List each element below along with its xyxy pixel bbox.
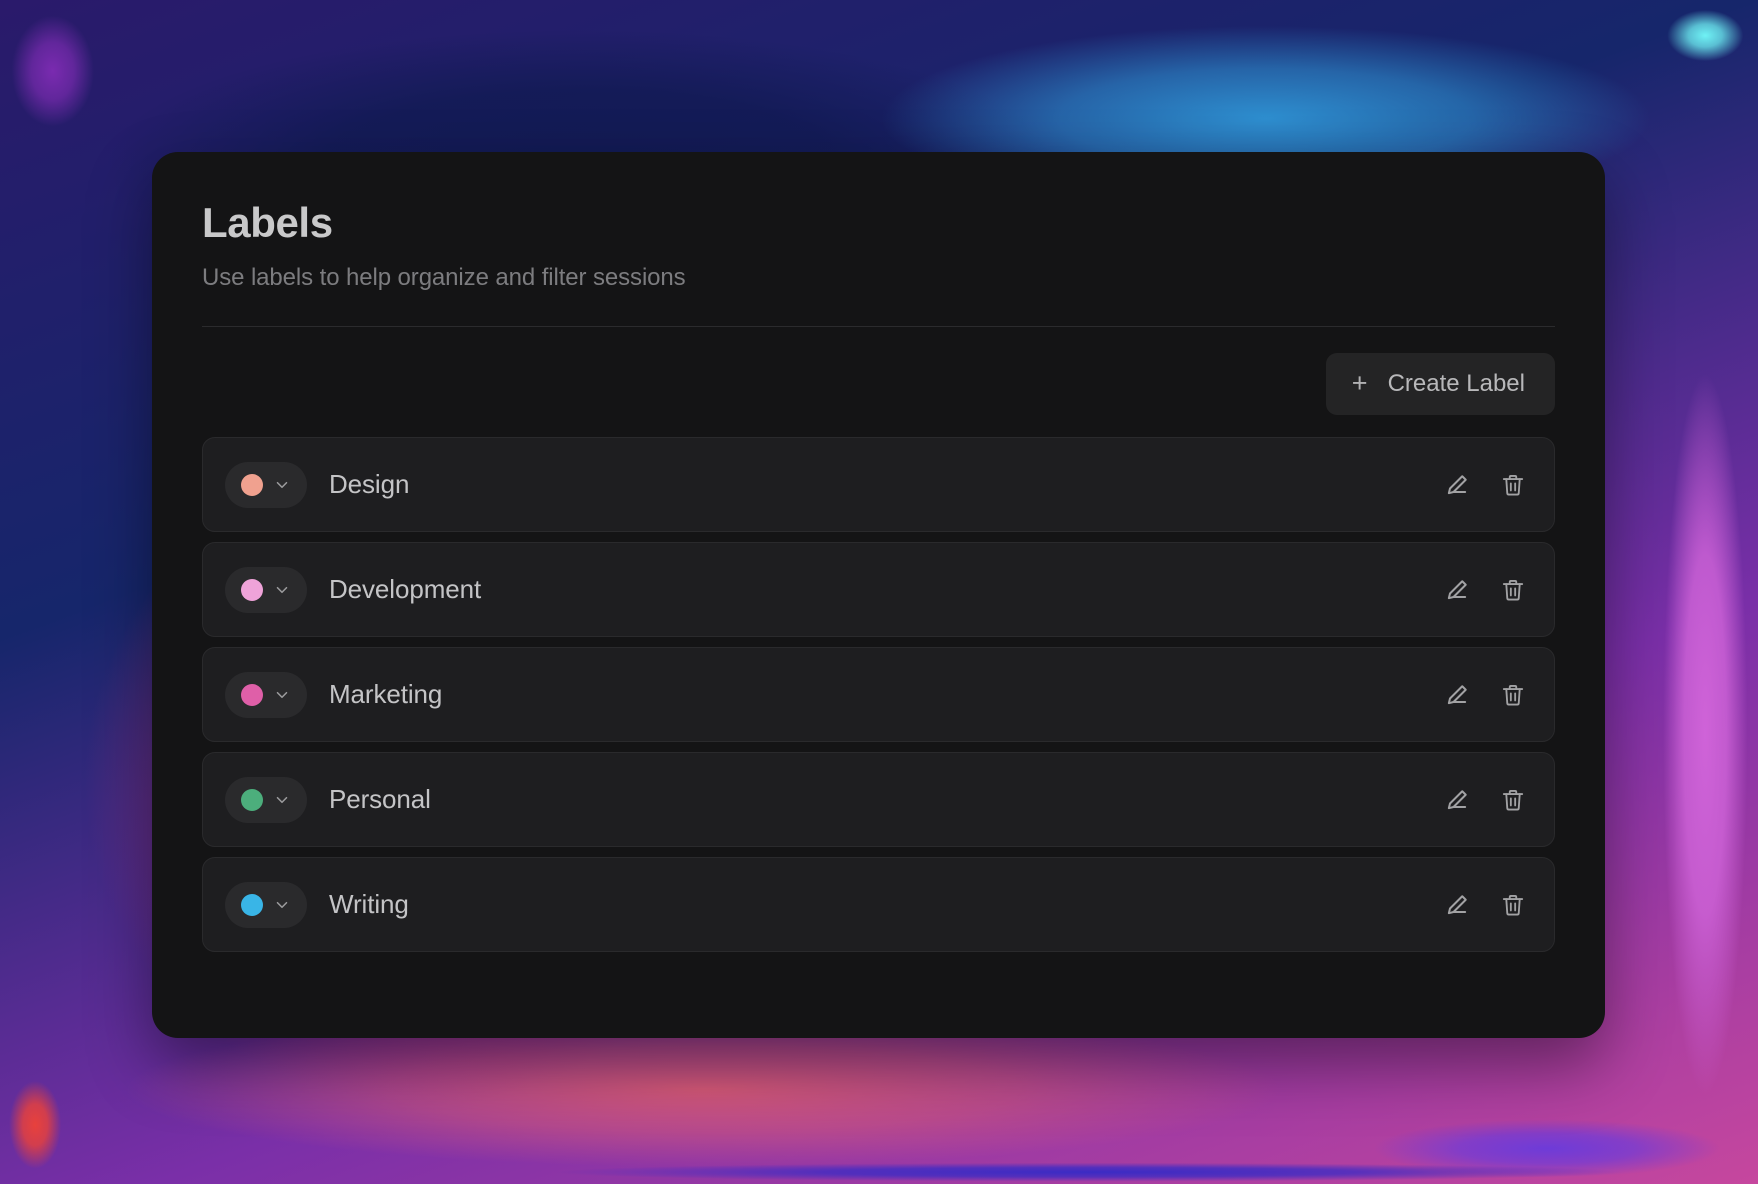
label-color-swatch (241, 578, 263, 601)
label-row-actions (1440, 783, 1530, 817)
label-color-picker-personal[interactable] (225, 776, 307, 823)
label-color-picker-development[interactable] (225, 566, 307, 613)
create-label-button-text: Create Label (1387, 370, 1525, 398)
label-row-personal[interactable]: Personal (202, 752, 1555, 848)
label-row-actions (1440, 678, 1530, 712)
label-row-marketing[interactable]: Marketing (202, 647, 1555, 743)
edit-label-button-development[interactable] (1440, 573, 1474, 607)
edit-label-button-writing[interactable] (1440, 888, 1474, 922)
label-row-development[interactable]: Development (202, 542, 1555, 638)
label-row-writing[interactable]: Writing (202, 857, 1555, 953)
trash-icon (1500, 892, 1526, 918)
chevron-down-icon (273, 896, 291, 914)
labels-list: Design Development Marketing Personal Wr… (202, 437, 1555, 953)
chevron-down-icon (273, 791, 291, 809)
delete-label-button-marketing[interactable] (1496, 678, 1530, 712)
label-row-actions (1440, 888, 1530, 922)
label-name: Design (329, 469, 410, 500)
label-row-design[interactable]: Design (202, 437, 1555, 533)
delete-label-button-development[interactable] (1496, 573, 1530, 607)
trash-icon (1500, 787, 1526, 813)
trash-icon (1500, 472, 1526, 498)
label-name: Development (329, 574, 482, 605)
label-color-swatch (241, 473, 263, 496)
edit-label-button-personal[interactable] (1440, 783, 1474, 817)
labels-toolbar: + Create Label (202, 353, 1555, 416)
pencil-icon (1443, 576, 1471, 604)
trash-icon (1500, 577, 1526, 603)
edit-label-button-design[interactable] (1440, 468, 1474, 502)
pencil-icon (1443, 471, 1471, 499)
label-color-swatch (241, 788, 263, 811)
pencil-icon (1443, 891, 1471, 919)
trash-icon (1500, 682, 1526, 708)
label-row-actions (1440, 573, 1530, 607)
delete-label-button-design[interactable] (1496, 468, 1530, 502)
page-subtitle: Use labels to help organize and filter s… (202, 264, 686, 292)
page-title: Labels (202, 199, 333, 246)
label-color-swatch (241, 893, 263, 916)
delete-label-button-writing[interactable] (1496, 888, 1530, 922)
label-color-swatch (241, 683, 263, 706)
label-color-picker-marketing[interactable] (225, 671, 307, 718)
create-label-button[interactable]: + Create Label (1325, 353, 1555, 416)
plus-icon: + (1351, 367, 1368, 398)
edit-label-button-marketing[interactable] (1440, 678, 1474, 712)
header-divider (202, 326, 1555, 328)
delete-label-button-personal[interactable] (1496, 783, 1530, 817)
label-name: Personal (329, 784, 431, 815)
pencil-icon (1443, 786, 1471, 814)
label-name: Writing (329, 889, 409, 920)
labels-settings-card: Labels Use labels to help organize and f… (152, 152, 1605, 1038)
chevron-down-icon (273, 686, 291, 704)
label-name: Marketing (329, 679, 443, 710)
pencil-icon (1443, 681, 1471, 709)
chevron-down-icon (273, 476, 291, 494)
label-color-picker-writing[interactable] (225, 881, 307, 928)
chevron-down-icon (273, 581, 291, 599)
label-color-picker-design[interactable] (225, 461, 307, 508)
label-row-actions (1440, 468, 1530, 502)
